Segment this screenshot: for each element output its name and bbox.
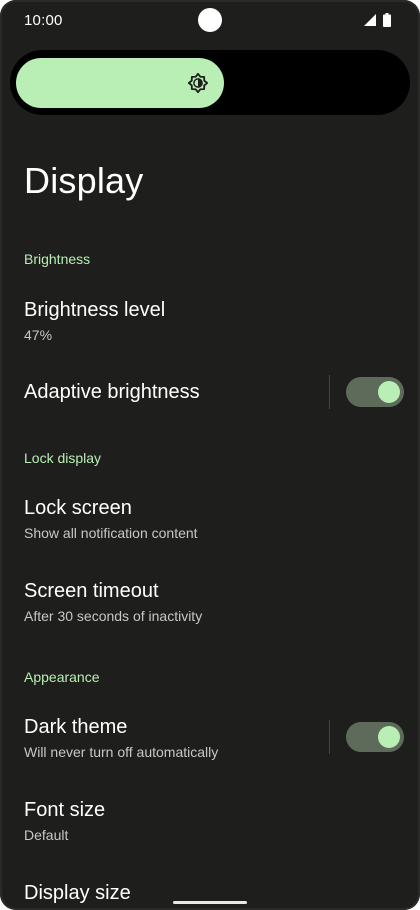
setting-summary: Show all notification content (24, 525, 198, 541)
brightness-icon (187, 72, 209, 94)
status-time: 10:00 (24, 12, 63, 29)
setting-title: Font size (24, 799, 106, 821)
dark-theme-switch[interactable] (346, 722, 404, 752)
signal-icon (364, 14, 376, 26)
section-header-brightness: Brightness (24, 251, 91, 267)
setting-dark-theme[interactable]: Dark theme Will never turn off automatic… (0, 702, 420, 772)
page-title: Display (24, 160, 144, 201)
setting-title: Display size (24, 882, 131, 904)
setting-title: Adaptive brightness (24, 381, 200, 403)
adaptive-brightness-switch[interactable] (346, 377, 404, 407)
setting-screen-timeout[interactable]: Screen timeout After 30 seconds of inact… (0, 567, 420, 637)
battery-icon (383, 13, 391, 27)
setting-summary: Will never turn off automatically (24, 744, 219, 760)
setting-title: Dark theme (24, 716, 128, 738)
switch-knob (378, 381, 400, 403)
setting-summary: 47% (24, 327, 53, 343)
status-bar: 10:00 (0, 0, 420, 42)
section-header-appearance: Appearance (24, 669, 100, 685)
row-divider (329, 720, 330, 754)
gesture-nav-handle[interactable] (173, 901, 247, 904)
brightness-slider-fill[interactable] (16, 58, 224, 108)
section-header-lock-display: Lock display (24, 450, 102, 466)
setting-adaptive-brightness[interactable]: Adaptive brightness (0, 357, 420, 427)
setting-lock-screen[interactable]: Lock screen Show all notification conten… (0, 484, 420, 554)
camera-cutout (198, 8, 222, 32)
phone-screen: 10:00 Display Brightness Brightness leve… (0, 0, 420, 910)
brightness-slider[interactable] (10, 50, 410, 115)
setting-brightness-level[interactable]: Brightness level 47% (0, 285, 420, 355)
setting-title: Brightness level (24, 299, 166, 321)
setting-title: Screen timeout (24, 580, 159, 602)
setting-font-size[interactable]: Font size Default (0, 786, 420, 856)
row-divider (329, 375, 330, 409)
switch-knob (378, 726, 400, 748)
setting-summary: After 30 seconds of inactivity (24, 608, 203, 624)
setting-title: Lock screen (24, 497, 132, 519)
setting-summary: Default (24, 827, 69, 843)
